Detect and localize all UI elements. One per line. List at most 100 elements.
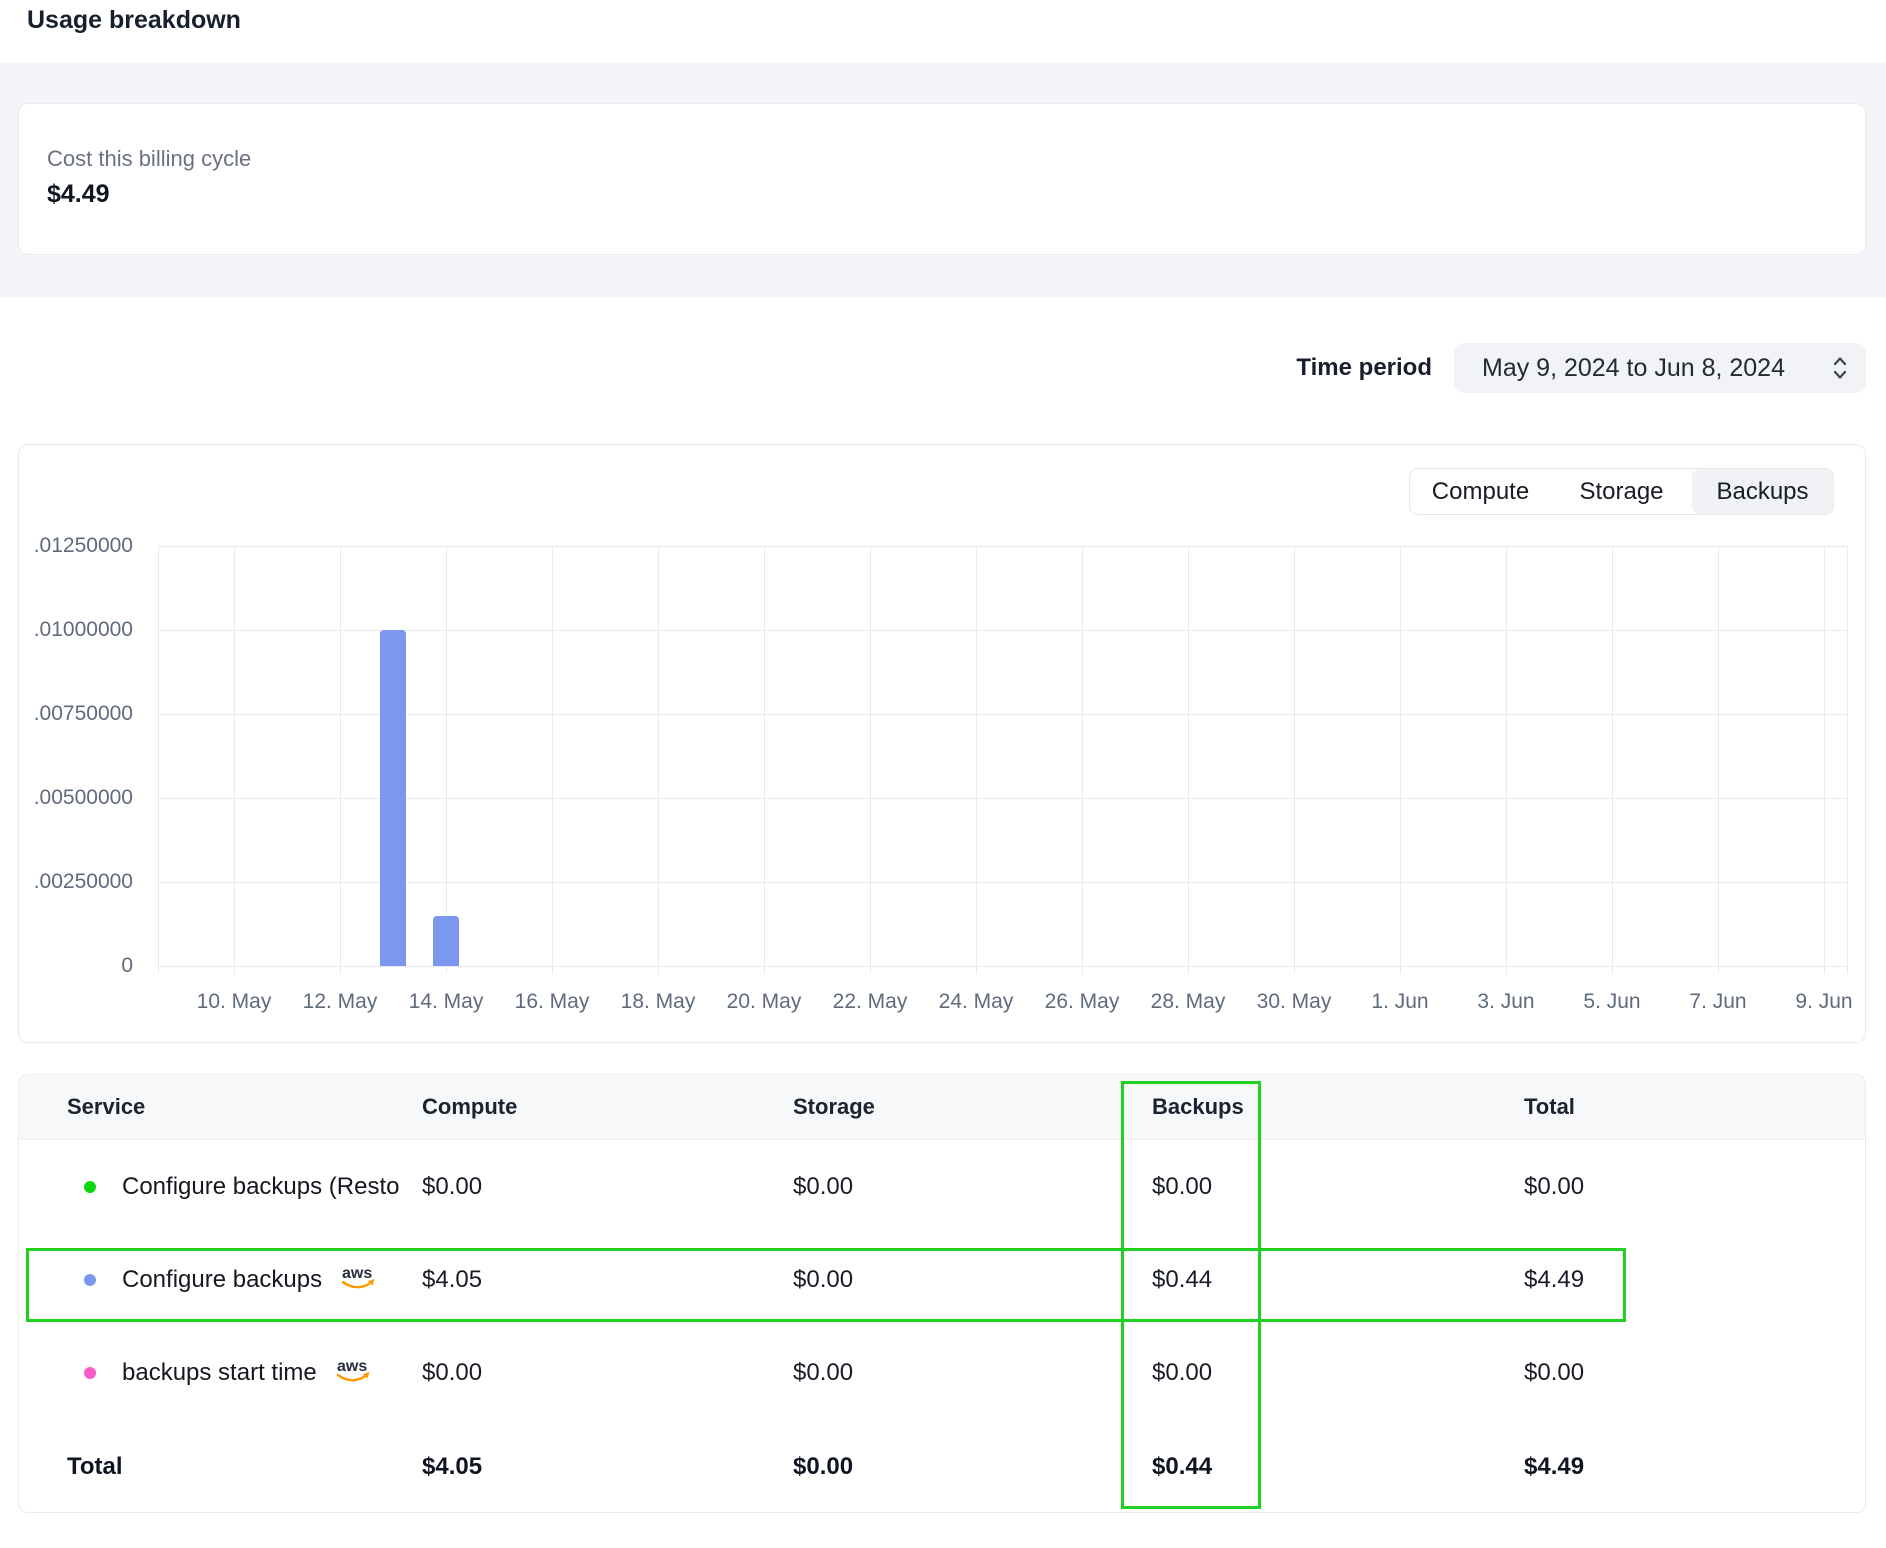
y-axis-tick-label: .00250000	[23, 870, 133, 894]
gridline	[1612, 546, 1613, 974]
page-title: Usage breakdown	[27, 6, 241, 35]
y-axis-tick-label: .00500000	[23, 786, 133, 810]
time-period-select[interactable]: May 9, 2024 to Jun 8, 2024	[1454, 343, 1866, 393]
svg-text:aws: aws	[342, 1265, 372, 1282]
service-dot-icon	[84, 1367, 96, 1379]
cell-storage: $0.00	[793, 1173, 1152, 1201]
x-axis-tick-label: 26. May	[1045, 990, 1120, 1014]
gridline	[764, 546, 765, 974]
gridline	[658, 546, 659, 974]
gridline	[1718, 546, 1719, 974]
column-header-total: Total	[1524, 1094, 1865, 1120]
gridline	[158, 714, 1847, 715]
x-axis-tick-label: 5. Jun	[1583, 990, 1640, 1014]
gridline	[552, 546, 553, 974]
billing-summary-section: Cost this billing cycle $4.49	[0, 63, 1886, 297]
total-cell-compute: $4.05	[422, 1453, 793, 1481]
gridline	[158, 546, 1847, 547]
cell-backups: $0.44	[1152, 1266, 1524, 1294]
x-axis-tick-label: 22. May	[833, 990, 908, 1014]
x-axis-tick-label: 24. May	[939, 990, 1014, 1014]
service-cell: Configure backups aws	[49, 1263, 422, 1296]
time-period-row: Time period May 9, 2024 to Jun 8, 2024	[0, 343, 1866, 393]
aws-icon: aws	[338, 1263, 378, 1296]
gridline	[1824, 546, 1825, 974]
chart-bar	[433, 916, 459, 966]
gridline	[234, 546, 235, 974]
x-axis-tick-label: 1. Jun	[1371, 990, 1428, 1014]
gridline	[1294, 546, 1295, 974]
total-cell-storage: $0.00	[793, 1453, 1152, 1481]
x-axis-tick-label: 16. May	[515, 990, 590, 1014]
gridline	[1400, 546, 1401, 974]
gridline	[870, 546, 871, 974]
chart-plot-area: .01250000 .01000000 .00750000 .00500000 .002…	[19, 445, 1865, 1042]
usage-table-card: ServiceComputeStorageBackupsTotal Config…	[18, 1074, 1866, 1513]
gridline	[158, 882, 1847, 883]
service-cell: Configure backups (Resto	[49, 1173, 422, 1201]
service-dot-icon	[84, 1274, 96, 1286]
gridline	[340, 546, 341, 974]
total-row-label: Total	[49, 1453, 422, 1481]
aws-icon: aws	[333, 1356, 373, 1389]
column-header-storage: Storage	[793, 1094, 1152, 1120]
cell-backups: $0.00	[1152, 1173, 1524, 1201]
gridline	[1188, 546, 1189, 974]
cell-total: $4.49	[1524, 1266, 1865, 1294]
cell-compute: $0.00	[422, 1359, 793, 1387]
cell-compute: $4.05	[422, 1266, 793, 1294]
usage-breakdown-page: Usage breakdown Cost this billing cycle …	[0, 0, 1886, 1548]
gridline	[1082, 546, 1083, 974]
cell-storage: $0.00	[793, 1266, 1152, 1294]
x-axis-tick-label: 10. May	[197, 990, 272, 1014]
table-body: Configure backups (Resto$0.00$0.00$0.00$…	[19, 1140, 1865, 1513]
x-axis-tick-label: 14. May	[409, 990, 484, 1014]
service-cell: backups start time aws	[49, 1356, 422, 1389]
column-header-backups: Backups	[1152, 1094, 1524, 1120]
cell-backups: $0.00	[1152, 1359, 1524, 1387]
gridline	[158, 546, 159, 974]
table-row: Configure backups (Resto$0.00$0.00$0.00$…	[19, 1140, 1865, 1233]
updown-chevron-icon	[1832, 353, 1848, 383]
total-cell-backups: $0.44	[1152, 1453, 1524, 1481]
cost-card-label: Cost this billing cycle	[47, 144, 1837, 174]
y-axis-tick-label: .01000000	[23, 618, 133, 642]
table-row: backups start timeaws$0.00$0.00$0.00$0.0…	[19, 1326, 1865, 1419]
gridline	[1847, 546, 1848, 974]
chart-bar	[380, 630, 406, 966]
gridline	[158, 798, 1847, 799]
table-row: Configure backups aws $4.05$0.00$0.44$4.49	[19, 1233, 1865, 1326]
table-total-row: Total$4.05$0.00$0.44$4.49	[19, 1419, 1865, 1513]
cost-card-value: $4.49	[47, 177, 1837, 211]
cell-compute: $0.00	[422, 1173, 793, 1201]
cell-storage: $0.00	[793, 1359, 1152, 1387]
x-axis-tick-label: 12. May	[303, 990, 378, 1014]
time-period-label: Time period	[1296, 354, 1432, 382]
svg-text:aws: aws	[337, 1358, 367, 1375]
y-axis-tick-label: .00750000	[23, 702, 133, 726]
service-label: backups start time	[122, 1359, 317, 1387]
y-axis-tick-label: 0	[23, 954, 133, 978]
service-label: Configure backups (Resto	[122, 1173, 399, 1201]
cell-total: $0.00	[1524, 1173, 1865, 1201]
service-dot-icon	[84, 1181, 96, 1193]
table-header-row: ServiceComputeStorageBackupsTotal	[19, 1075, 1865, 1140]
gridline	[1506, 546, 1507, 974]
time-period-value: May 9, 2024 to Jun 8, 2024	[1482, 354, 1832, 383]
usage-chart-card: ComputeStorageBackups .01250000.01000000…	[18, 444, 1866, 1043]
y-axis-tick-label: .01250000	[23, 534, 133, 558]
gridline	[976, 546, 977, 974]
x-axis-tick-label: 20. May	[727, 990, 802, 1014]
service-label: Configure backups	[122, 1266, 322, 1294]
cost-card: Cost this billing cycle $4.49	[18, 103, 1866, 255]
column-header-service: Service	[49, 1094, 422, 1120]
x-axis-tick-label: 7. Jun	[1689, 990, 1746, 1014]
x-axis-tick-label: 18. May	[621, 990, 696, 1014]
cell-total: $0.00	[1524, 1359, 1865, 1387]
column-header-compute: Compute	[422, 1094, 793, 1120]
gridline	[158, 630, 1847, 631]
x-axis-tick-label: 9. Jun	[1795, 990, 1852, 1014]
x-axis-tick-label: 3. Jun	[1477, 990, 1534, 1014]
total-cell-total: $4.49	[1524, 1453, 1865, 1481]
gridline	[446, 546, 447, 974]
